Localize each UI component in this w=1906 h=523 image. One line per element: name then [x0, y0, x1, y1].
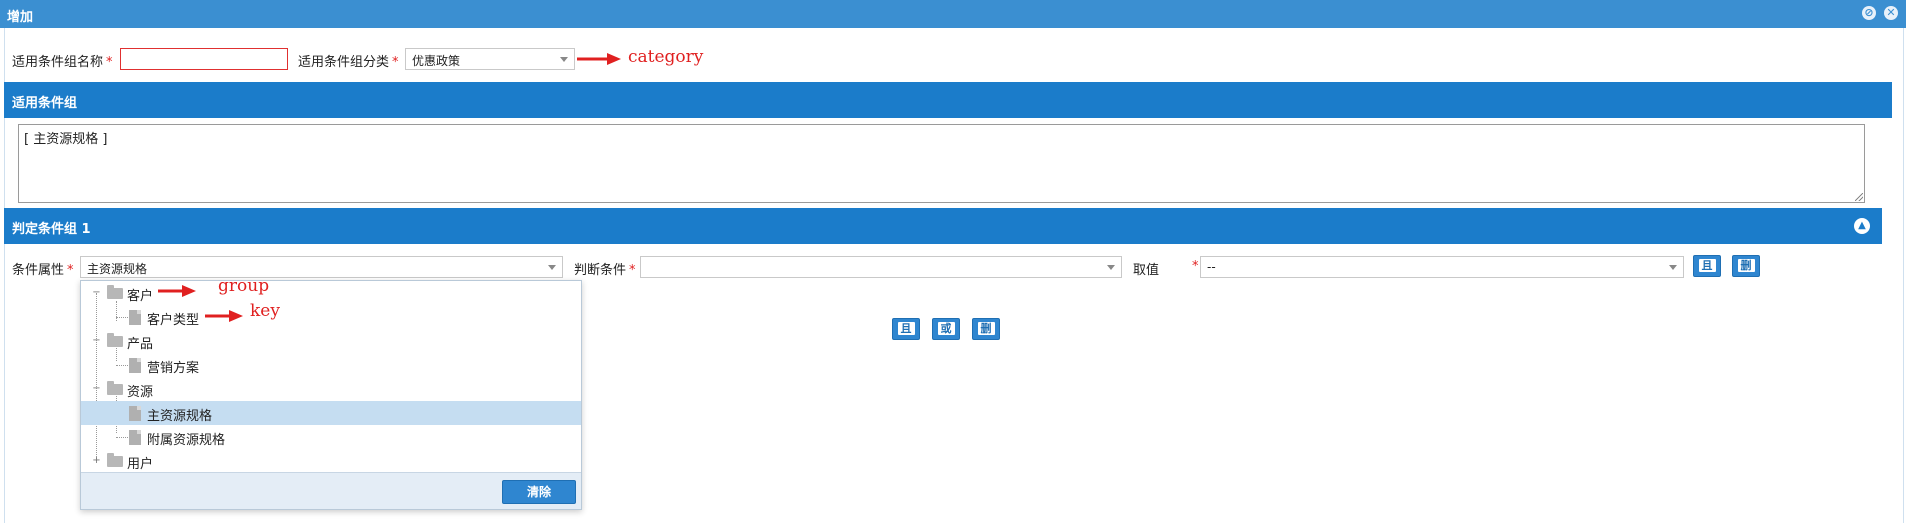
delete-group-button[interactable]: 删 — [972, 318, 1000, 340]
category-label: 适用条件组分类 * — [298, 55, 399, 70]
chevron-down-icon — [1669, 265, 1677, 270]
tree-folder-customer[interactable]: − 客户 — [81, 281, 581, 305]
window-title-bar: 增加 ⊘ ✕ — [0, 0, 1906, 28]
collapse-icon[interactable]: ▲ — [1854, 218, 1870, 234]
file-icon — [129, 406, 141, 421]
judge-group-title: 判定条件组 1 — [12, 222, 91, 237]
collapse-toggle-icon[interactable]: − — [92, 384, 101, 394]
cond-label: 判断条件 * — [574, 263, 636, 278]
or-group-button[interactable]: 或 — [932, 318, 960, 340]
and-group-button[interactable]: 且 — [892, 318, 920, 340]
delete-button[interactable]: 删 — [1732, 255, 1760, 277]
attr-label: 条件属性 * — [12, 263, 74, 278]
collapse-toggle-icon[interactable]: − — [92, 336, 101, 346]
category-select[interactable]: 优惠政策 — [405, 48, 575, 70]
judge-group-header: 判定条件组 1 ▲ — [4, 208, 1882, 244]
annotation-category: category — [628, 47, 704, 67]
file-icon — [129, 358, 141, 373]
resize-grip-icon[interactable] — [1855, 193, 1863, 201]
annotation-group: group — [218, 276, 270, 296]
tree-leaf-customer-type[interactable]: 客户类型 — [81, 305, 581, 329]
folder-icon — [107, 285, 123, 299]
annotation-key: key — [250, 301, 280, 321]
collapse-toggle-icon[interactable]: − — [92, 288, 101, 298]
annotation-arrow-group — [158, 285, 196, 297]
chevron-down-icon — [1107, 265, 1115, 270]
value-label: 取值 — [1133, 263, 1160, 278]
cond-select[interactable] — [640, 256, 1122, 278]
attr-select[interactable]: 主资源规格 — [80, 256, 563, 278]
dropdown-footer: 清除 — [81, 472, 581, 509]
chevron-down-icon — [560, 57, 568, 62]
annotation-arrow-category — [577, 53, 621, 65]
file-icon — [129, 430, 141, 445]
applicable-group-header: 适用条件组 — [4, 82, 1892, 118]
folder-icon — [107, 453, 123, 467]
tree-folder-product[interactable]: − 产品 — [81, 329, 581, 353]
minimize-icon[interactable]: ⊘ — [1862, 6, 1876, 20]
tree-folder-user[interactable]: + 用户 — [81, 449, 581, 473]
expand-toggle-icon[interactable]: + — [92, 456, 101, 466]
group-name-label: 适用条件组名称 * — [12, 55, 113, 70]
file-icon — [129, 310, 141, 325]
tree-leaf-main-resource-spec[interactable]: 主资源规格 — [81, 401, 581, 425]
clear-button[interactable]: 清除 — [502, 480, 576, 504]
chevron-down-icon — [548, 265, 556, 270]
tree-folder-resource[interactable]: − 资源 — [81, 377, 581, 401]
annotation-arrow-key — [205, 310, 243, 322]
tree-leaf-marketing-plan[interactable]: 营销方案 — [81, 353, 581, 377]
close-icon[interactable]: ✕ — [1884, 6, 1898, 20]
and-button[interactable]: 且 — [1693, 255, 1721, 277]
group-name-input[interactable] — [120, 48, 288, 70]
value-select[interactable]: -- — [1200, 256, 1684, 278]
applicable-group-title: 适用条件组 — [12, 96, 78, 111]
value-required-mark: * — [1192, 259, 1199, 274]
window-title: 增加 — [7, 10, 34, 25]
folder-icon — [107, 381, 123, 395]
applicable-group-textarea[interactable]: [ 主资源规格 ] — [18, 124, 1865, 203]
folder-icon — [107, 333, 123, 347]
attr-tree-dropdown: − 客户 客户类型 − 产品 营销方案 − 资源 主资源规格 附属资源规格 + … — [80, 280, 582, 510]
tree-leaf-sub-resource-spec[interactable]: 附属资源规格 — [81, 425, 581, 449]
